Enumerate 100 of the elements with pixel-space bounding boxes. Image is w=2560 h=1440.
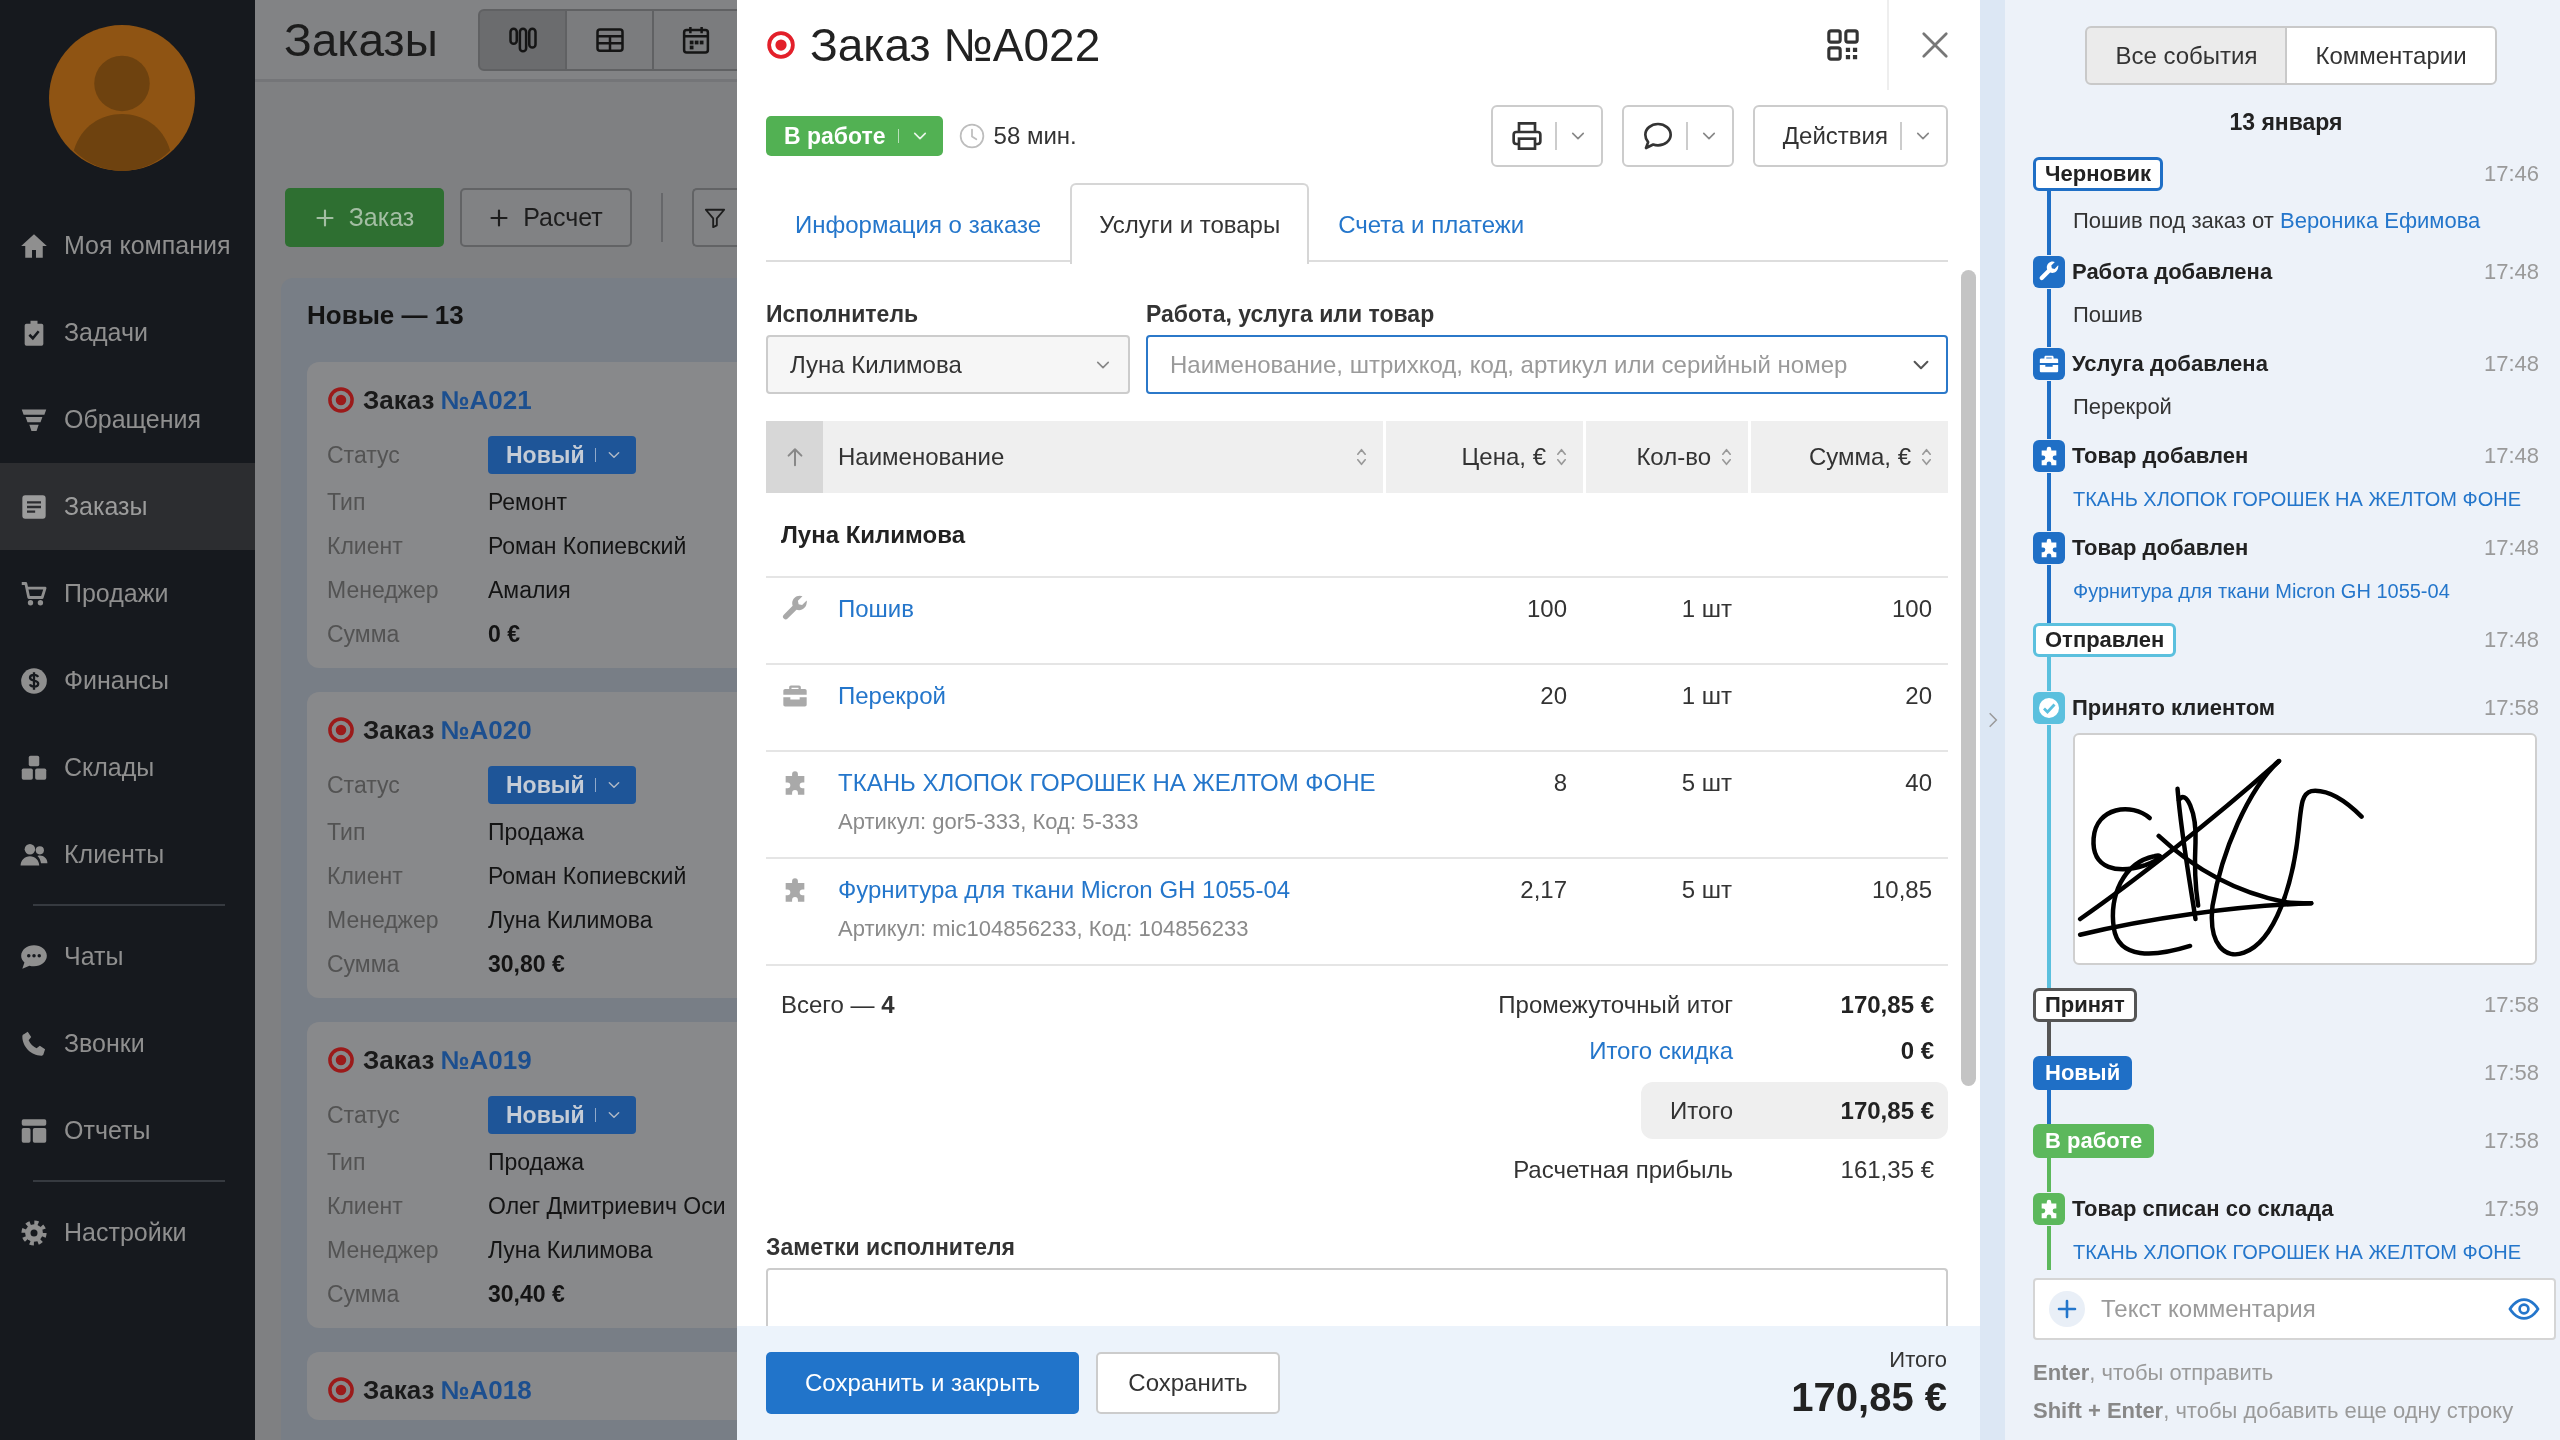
field-label: Менеджер (327, 576, 440, 605)
total-value: 170,85 € (1839, 991, 1935, 1019)
column-header[interactable]: Кол-во (1583, 421, 1748, 493)
table-cell-text: 10,85 (1870, 875, 1933, 905)
event-time: 17:48 (2483, 627, 2539, 653)
sidebar-item[interactable]: Заказы (0, 463, 255, 550)
sidebar-item[interactable]: Продажи (0, 550, 255, 637)
filter-button[interactable] (692, 188, 737, 247)
field-label: Сумма (327, 620, 401, 649)
chevron-right-icon (1987, 710, 1998, 730)
sidebar-item[interactable]: Задачи (0, 289, 255, 376)
table-cell-text: 2,17 (1519, 875, 1568, 905)
sidebar-item[interactable]: Склады (0, 724, 255, 811)
item-link[interactable]: ТКАНЬ ХЛОПОК ГОРОШЕК НА ЖЕЛТОМ ФОНЕ (2073, 482, 2539, 516)
status-dropdown[interactable]: В работе (766, 116, 943, 156)
item-link[interactable]: ТКАНЬ ХЛОПОК ГОРОШЕК НА ЖЕЛТОМ ФОНЕ (838, 768, 1376, 798)
event-time: 17:58 (2483, 992, 2539, 1018)
create-order-button[interactable]: Заказ (285, 188, 444, 247)
sort-toggle[interactable] (766, 421, 823, 493)
performer-select[interactable]: Луна Килимова (766, 335, 1130, 394)
sidebar-item[interactable]: Моя компания (0, 202, 255, 289)
settings-icon (20, 1218, 48, 1247)
discount-link[interactable]: Итого скидка (1589, 1037, 1733, 1065)
tab[interactable]: Информация о заказе (766, 183, 1071, 264)
item-link[interactable]: Фурнитура для ткани Micron GH 1055-04 (2073, 574, 2539, 608)
coin-icon (20, 666, 48, 695)
table-cell-text: 100 (1525, 594, 1568, 624)
panel-toggle[interactable] (1980, 0, 2005, 1440)
table-icon (20, 1116, 48, 1145)
sidebar-item[interactable]: Отчеты (0, 1087, 255, 1174)
item-link[interactable]: ТКАНЬ ХЛОПОК ГОРОШЕК НА ЖЕЛТОМ ФОНЕ (2073, 1235, 2539, 1269)
column-header[interactable]: Цена, € (1383, 421, 1583, 493)
event-time: 17:58 (2483, 1128, 2539, 1154)
filter-icon (704, 206, 726, 229)
sidebar-item[interactable]: Чаты (0, 913, 255, 1000)
grand-total: 170,85 € (1791, 1374, 1947, 1420)
view-toggle-button[interactable] (652, 8, 737, 71)
status-dropdown[interactable]: Новый (488, 1096, 636, 1134)
target-icon (327, 386, 355, 414)
sidebar-item[interactable]: Финансы (0, 637, 255, 724)
filter-tab[interactable]: Комментарии (2285, 26, 2497, 85)
client-link[interactable]: Вероника Ефимова (2279, 208, 2481, 233)
create-estimate-button[interactable]: Расчет (460, 188, 632, 247)
plus-icon (2049, 1291, 2085, 1327)
tab[interactable]: Счета и платежи (1309, 183, 1554, 264)
actions-button[interactable]: Действия (1752, 105, 1948, 167)
status-dropdown[interactable]: Новый (488, 436, 636, 474)
status-badge: В работе (2033, 1124, 2155, 1158)
print-button[interactable] (1490, 105, 1603, 167)
dialog-title: Заказ №А022 (810, 18, 1101, 72)
target-icon (327, 716, 355, 744)
status-dropdown[interactable]: Новый (488, 766, 636, 804)
item-link[interactable]: Пошив (838, 594, 914, 624)
field-value: 0 € (488, 620, 521, 649)
save-button[interactable]: Сохранить (1096, 1352, 1280, 1414)
sidebar-item[interactable]: Клиенты (0, 811, 255, 898)
field-label: Работа, услуга или товар (1146, 300, 1436, 329)
view-toggle-button[interactable] (565, 8, 654, 71)
group-name: Луна Килимова (766, 493, 1948, 578)
event-time: 17:46 (2483, 161, 2539, 187)
comment-field[interactable]: Текст комментария (2033, 1278, 2556, 1340)
event-title: Товар списан со склада (2072, 1196, 2335, 1222)
sidebar-item[interactable]: Звонки (0, 1000, 255, 1087)
table-cell-text: 5 шт (1680, 875, 1733, 905)
speech-bubble-icon (1641, 120, 1674, 152)
status-badge: Принят (2033, 988, 2137, 1022)
scrollbar-thumb[interactable] (1961, 270, 1976, 1086)
field-label: Заметки исполнителя (766, 1233, 1017, 1262)
notes-field[interactable] (766, 1268, 1948, 1326)
message-button[interactable] (1621, 105, 1734, 167)
sidebar-item[interactable]: Обращения (0, 376, 255, 463)
printer-icon (1510, 120, 1543, 152)
event-title: Товар добавлен (2072, 443, 2250, 469)
phone-icon (20, 1029, 48, 1058)
sort-icon (1721, 446, 1732, 468)
filter-tab[interactable]: Все события (2085, 26, 2288, 85)
total-value: 161,35 € (1839, 1156, 1935, 1184)
total-value: 170,85 € (1839, 1096, 1935, 1125)
column-header[interactable]: Наименование (823, 421, 1383, 493)
event-time: 17:48 (2483, 535, 2539, 561)
column-header[interactable]: Сумма, € (1748, 421, 1948, 493)
field-value: Олег Дмитриевич Оси (488, 1192, 727, 1221)
tab[interactable]: Услуги и товары (1070, 183, 1310, 264)
search-field[interactable]: Наименование, штрихкод, код, артикул или серийный номер (1146, 335, 1948, 394)
save-and-close-button[interactable]: Сохранить и закрыть (766, 1352, 1079, 1414)
target-icon (327, 1376, 355, 1404)
card-title: Заказ (363, 1044, 435, 1076)
document-icon (20, 492, 48, 521)
item-link[interactable]: Фурнитура для ткани Micron GH 1055-04 (838, 875, 1291, 905)
status-badge: Отправлен (2033, 623, 2177, 657)
item-link[interactable]: Перекрой (838, 681, 946, 711)
field-label: Клиент (327, 1192, 404, 1221)
field-label: Клиент (327, 862, 404, 891)
field-label: Сумма (327, 950, 401, 979)
card-title: Заказ (363, 714, 435, 746)
field-label: Менеджер (327, 906, 440, 935)
event-time: 17:48 (2483, 259, 2539, 285)
field-value: 30,40 € (488, 1280, 566, 1309)
view-toggle-button[interactable] (478, 8, 567, 71)
sidebar-item[interactable]: Настройки (0, 1189, 255, 1276)
